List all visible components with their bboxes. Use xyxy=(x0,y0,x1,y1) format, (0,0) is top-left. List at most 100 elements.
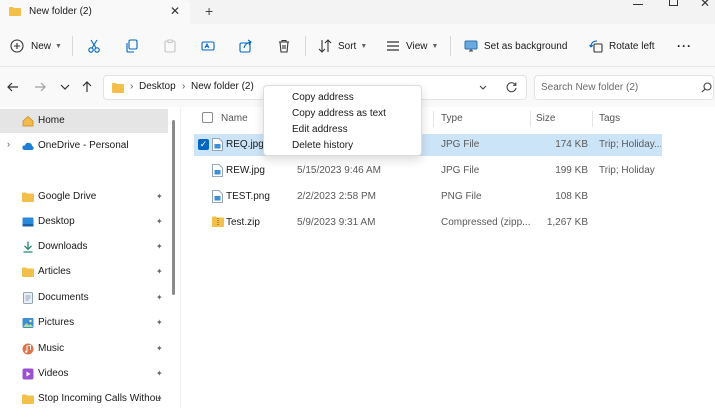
menu-item-delete-history[interactable]: Delete history xyxy=(292,140,353,151)
breadcrumb-desktop[interactable]: Desktop xyxy=(139,81,176,92)
new-button[interactable]: New ▼ xyxy=(10,38,62,54)
trash-icon xyxy=(279,39,289,53)
pin-icon[interactable]: ✦ xyxy=(156,267,163,276)
sort-button[interactable]: Sort ▼ xyxy=(318,38,367,54)
file-size: 174 KB xyxy=(555,139,588,150)
up-arrow-icon[interactable] xyxy=(80,80,94,94)
sidebar-item-label: OneDrive - Personal xyxy=(38,140,129,151)
rename-button[interactable] xyxy=(201,38,215,54)
maximize-button[interactable] xyxy=(669,0,678,6)
sidebar-item-desktop[interactable]: Desktop ✦ xyxy=(0,210,168,234)
videos-icon xyxy=(22,368,34,380)
sidebar-item-home[interactable]: Home xyxy=(0,109,168,133)
new-tab-button[interactable]: + xyxy=(205,3,213,19)
column-divider[interactable] xyxy=(530,111,531,127)
file-tags: Trip; Holiday... xyxy=(599,139,661,150)
pin-icon[interactable]: ✦ xyxy=(156,344,163,353)
share-icon xyxy=(239,39,252,53)
home-icon xyxy=(22,115,34,127)
forward-arrow-icon[interactable] xyxy=(33,80,47,94)
rotate-left-button[interactable]: Rotate left xyxy=(589,38,655,54)
sidebar-item-pictures[interactable]: Pictures ✦ xyxy=(0,311,168,335)
paste-button[interactable] xyxy=(163,38,177,54)
sidebar-item-videos[interactable]: Videos ✦ xyxy=(0,362,168,386)
sidebar-item-label: Google Drive xyxy=(38,191,97,202)
view-label: View xyxy=(406,40,428,52)
breadcrumb-separator-icon[interactable]: › xyxy=(130,81,133,92)
sidebar-item-label: Stop Incoming Calls Withou xyxy=(38,393,161,404)
view-icon xyxy=(387,41,399,51)
copy-button[interactable] xyxy=(125,38,139,54)
back-arrow-icon[interactable] xyxy=(6,80,20,94)
search-input[interactable]: Search New folder (2) xyxy=(534,75,714,100)
delete-button[interactable] xyxy=(277,38,291,54)
file-row-rew-jpg[interactable]: REW.jpg 5/15/2023 9:46 AM JPG File 199 K… xyxy=(194,160,662,182)
pin-icon[interactable]: ✦ xyxy=(156,369,163,378)
view-button[interactable]: View ▼ xyxy=(386,38,438,54)
file-size: 199 KB xyxy=(555,165,588,176)
file-type: PNG File xyxy=(441,191,482,202)
sidebar-item-stop-incoming-calls[interactable]: Stop Incoming Calls Withou ✦ xyxy=(0,387,168,408)
recent-locations-chevron-icon[interactable] xyxy=(58,80,72,94)
sidebar-item-label: Documents xyxy=(38,292,89,303)
row-checkbox[interactable]: ✓ xyxy=(198,139,209,150)
more-options-button[interactable]: ··· xyxy=(677,38,692,54)
sidebar-item-music[interactable]: Music ✦ xyxy=(0,337,168,361)
copy-icon xyxy=(126,39,138,53)
tab-new-folder-2[interactable]: New folder (2) ✕ xyxy=(0,0,190,24)
minimize-button[interactable] xyxy=(633,4,643,5)
desktop-icon xyxy=(22,217,34,227)
more-icon: ··· xyxy=(677,39,692,53)
toolbar-divider xyxy=(305,36,306,56)
expand-chevron-icon[interactable]: › xyxy=(7,139,10,149)
pin-icon[interactable]: ✦ xyxy=(156,293,163,302)
pin-icon[interactable]: ✦ xyxy=(156,242,163,251)
address-dropdown-chevron-icon[interactable] xyxy=(478,83,488,93)
command-bar: New ▼ Sort ▼ View ▼ Set as background Ro… xyxy=(0,24,715,67)
breadcrumb-separator-icon[interactable]: › xyxy=(182,81,185,92)
share-button[interactable] xyxy=(239,38,253,54)
column-header-tags[interactable]: Tags xyxy=(599,113,620,124)
column-header-name[interactable]: Name xyxy=(221,113,248,124)
menu-item-edit-address[interactable]: Edit address xyxy=(292,124,348,135)
file-name: REQ.jpg xyxy=(226,139,264,150)
sidebar-item-onedrive[interactable]: › OneDrive - Personal xyxy=(0,134,168,158)
search-placeholder: Search New folder (2) xyxy=(541,82,639,93)
sidebar-item-google-drive[interactable]: Google Drive ✦ xyxy=(0,185,168,209)
column-divider[interactable] xyxy=(592,111,593,127)
menu-item-copy-address-as-text[interactable]: Copy address as text xyxy=(292,108,386,119)
sidebar-scrollbar[interactable] xyxy=(172,120,175,295)
refresh-icon[interactable] xyxy=(505,81,518,94)
sidebar-item-documents[interactable]: Documents ✦ xyxy=(0,286,168,310)
breadcrumb-new-folder-2[interactable]: New folder (2) xyxy=(191,81,254,92)
sidebar-item-label: Videos xyxy=(38,368,69,379)
column-header-type[interactable]: Type xyxy=(441,113,463,124)
set-as-background-button[interactable]: Set as background xyxy=(464,38,567,54)
sidebar-item-label: Downloads xyxy=(38,241,88,252)
close-window-button[interactable]: ✕ xyxy=(700,0,710,10)
file-row-test-zip[interactable]: Test.zip 5/9/2023 9:31 AM Compressed (zi… xyxy=(194,212,662,234)
file-row-test-png[interactable]: TEST.png 2/2/2023 2:58 PM PNG File 108 K… xyxy=(194,186,662,208)
file-size: 108 KB xyxy=(555,191,588,202)
pin-icon[interactable]: ✦ xyxy=(156,394,163,403)
chevron-down-icon: ▼ xyxy=(431,42,439,50)
menu-item-copy-address[interactable]: Copy address xyxy=(292,92,354,103)
column-divider[interactable] xyxy=(433,111,434,127)
search-icon[interactable] xyxy=(701,82,712,93)
sidebar-item-downloads[interactable]: Downloads ✦ xyxy=(0,235,168,259)
file-size: 1,267 KB xyxy=(546,217,588,228)
folder-icon xyxy=(22,192,34,202)
pin-icon[interactable]: ✦ xyxy=(156,217,163,226)
column-header-size[interactable]: Size xyxy=(536,113,555,124)
select-all-checkbox[interactable] xyxy=(202,112,213,123)
folder-icon xyxy=(22,267,34,277)
cut-button[interactable] xyxy=(87,38,101,54)
file-name: REW.jpg xyxy=(226,165,265,176)
tab-close-icon[interactable]: ✕ xyxy=(170,4,180,18)
sidebar-item-articles[interactable]: Articles ✦ xyxy=(0,260,168,284)
pin-icon[interactable]: ✦ xyxy=(156,318,163,327)
desktop-background-icon xyxy=(464,40,478,52)
pin-icon[interactable]: ✦ xyxy=(156,192,163,201)
new-label: New xyxy=(31,40,52,52)
sidebar-item-label: Desktop xyxy=(38,216,75,227)
